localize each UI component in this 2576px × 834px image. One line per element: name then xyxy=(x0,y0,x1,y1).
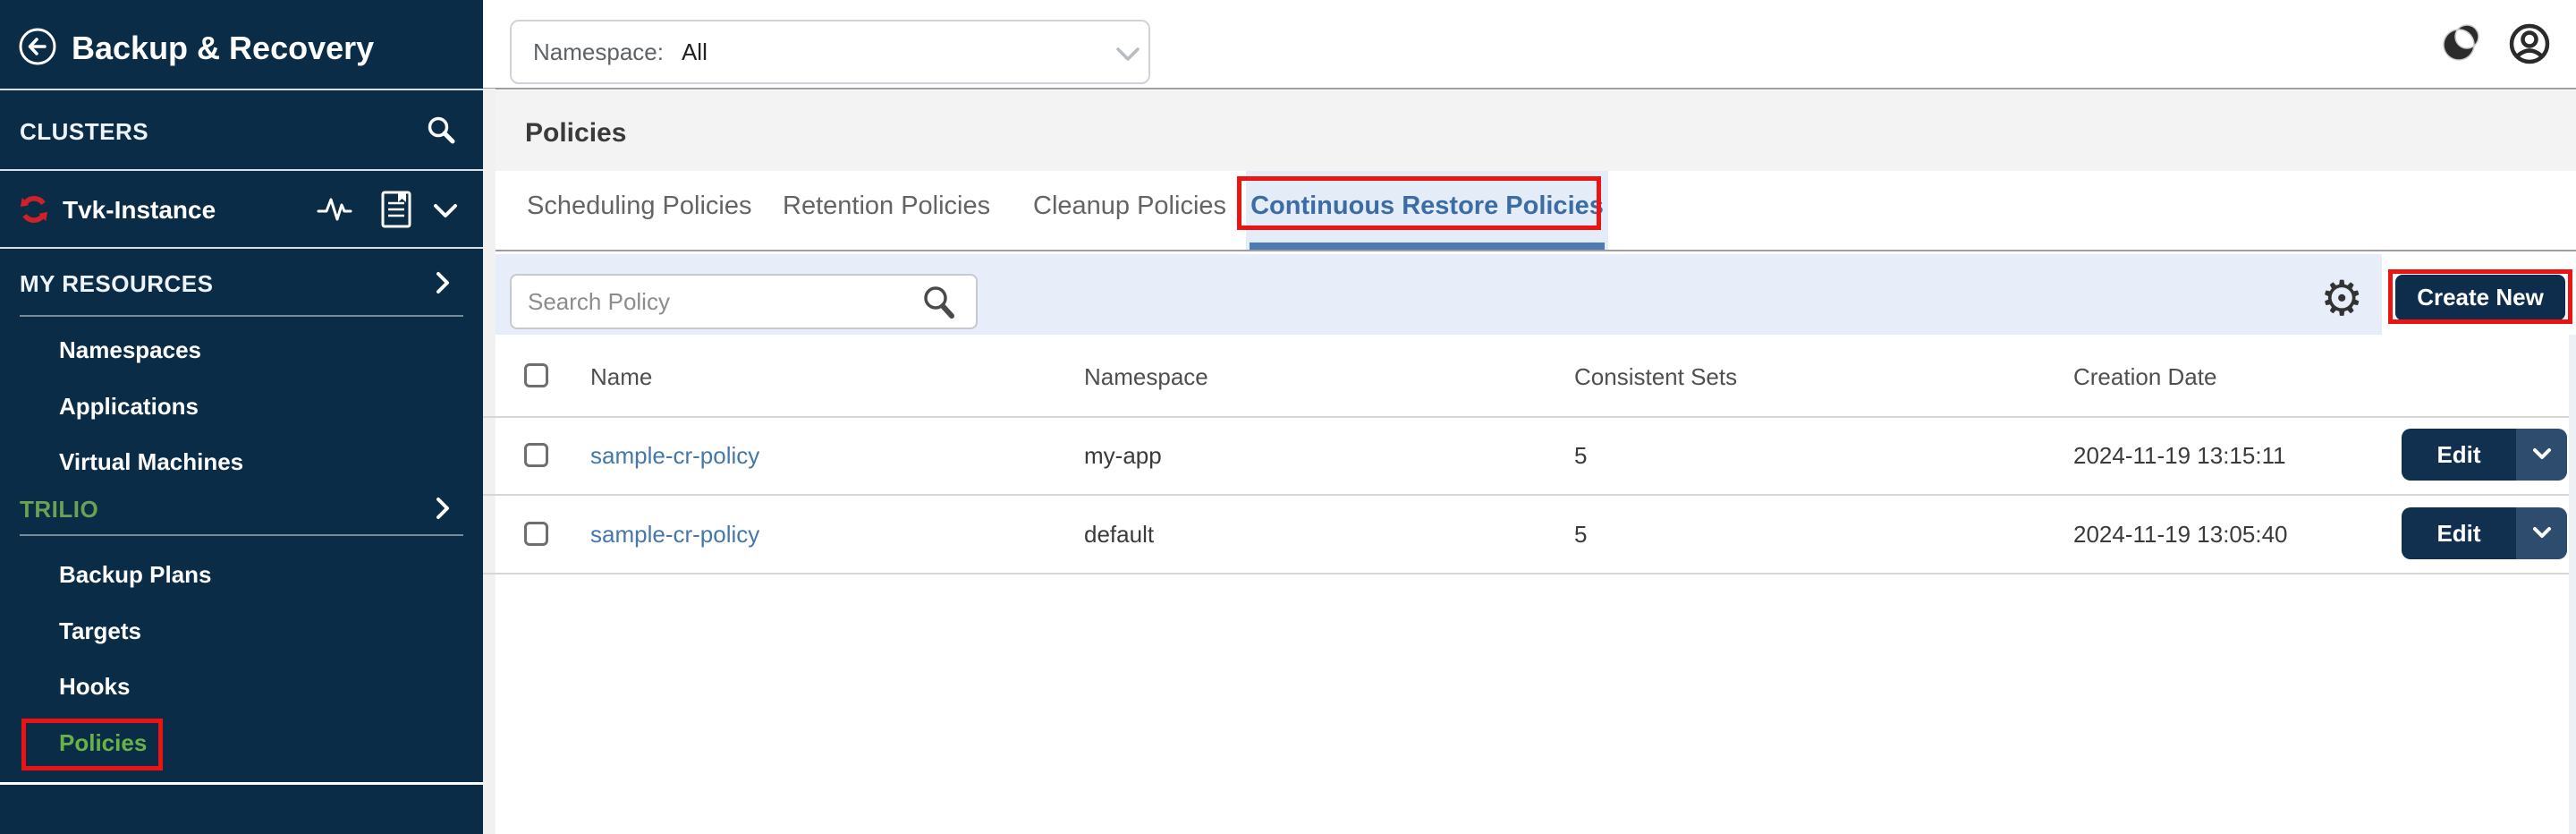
sidebar-item-hooks[interactable]: Hooks xyxy=(59,673,130,701)
row-divider xyxy=(483,494,2569,496)
row-checkbox[interactable] xyxy=(524,522,548,546)
sidebar-section-trilio[interactable]: TRILIO xyxy=(20,496,98,523)
column-header-consistent-sets: Consistent Sets xyxy=(1574,363,1737,391)
tab-cleanup-policies[interactable]: Cleanup Policies xyxy=(1033,191,1226,221)
column-header-namespace: Namespace xyxy=(1084,363,1208,391)
divider xyxy=(483,88,2576,89)
search-icon[interactable] xyxy=(426,115,456,149)
policy-creation-date: 2024-11-19 13:05:40 xyxy=(2073,521,2288,549)
edit-button-label[interactable]: Edit xyxy=(2402,507,2516,559)
edit-dropdown-toggle[interactable] xyxy=(2516,507,2567,559)
edit-dropdown-toggle[interactable] xyxy=(2516,429,2567,481)
row-divider xyxy=(483,416,2569,418)
divider xyxy=(0,169,483,171)
policy-creation-date: 2024-11-19 13:15:11 xyxy=(2073,442,2286,470)
backup-recovery-app: Backup & Recovery CLUSTERS Tvk-Instance xyxy=(0,0,2576,834)
settings-gear-icon[interactable]: ⚙ xyxy=(2320,272,2363,326)
search-policy-input[interactable] xyxy=(510,274,978,329)
policy-consistent-sets: 5 xyxy=(1574,442,1587,470)
sidebar-item-virtual-machines[interactable]: Virtual Machines xyxy=(59,448,243,476)
sidebar-item-backup-plans[interactable]: Backup Plans xyxy=(59,561,212,589)
row-checkbox[interactable] xyxy=(524,443,548,467)
divider xyxy=(0,782,483,785)
edit-button[interactable]: Edit xyxy=(2402,507,2567,559)
column-header-name: Name xyxy=(590,363,652,391)
dark-mode-moon-icon[interactable] xyxy=(2439,23,2480,71)
content-left-gutter xyxy=(483,89,496,834)
policy-namespace: my-app xyxy=(1084,442,1162,470)
divider xyxy=(20,315,463,317)
edit-button-label[interactable]: Edit xyxy=(2402,429,2516,481)
trilio-logo-icon xyxy=(19,193,49,230)
divider xyxy=(20,534,463,536)
divider xyxy=(0,247,483,249)
policy-namespace: default xyxy=(1084,521,1154,549)
edit-button[interactable]: Edit xyxy=(2402,429,2567,481)
select-all-checkbox[interactable] xyxy=(524,363,548,387)
sidebar-item-policies[interactable]: Policies xyxy=(59,729,147,757)
sidebar: Backup & Recovery CLUSTERS Tvk-Instance xyxy=(0,0,483,834)
namespace-label: Namespace: xyxy=(533,38,664,66)
sidebar-item-namespaces[interactable]: Namespaces xyxy=(59,336,201,364)
tab-scheduling-policies[interactable]: Scheduling Policies xyxy=(527,191,751,221)
sidebar-item-applications[interactable]: Applications xyxy=(59,393,199,421)
chevron-down-icon xyxy=(1114,47,1141,67)
tabs-divider xyxy=(496,250,2576,251)
chevron-right-icon[interactable] xyxy=(435,271,451,299)
namespace-value: All xyxy=(682,38,708,66)
divider xyxy=(0,89,483,90)
policy-consistent-sets: 5 xyxy=(1574,521,1587,549)
clusters-label: CLUSTERS xyxy=(20,118,148,146)
activity-icon[interactable] xyxy=(317,195,352,228)
back-icon[interactable] xyxy=(18,27,57,71)
chevron-right-icon[interactable] xyxy=(435,497,451,524)
docs-book-icon[interactable] xyxy=(381,191,411,233)
row-divider xyxy=(483,573,2569,574)
create-new-button[interactable]: Create New xyxy=(2395,275,2565,320)
chevron-down-icon[interactable] xyxy=(433,203,458,224)
tab-continuous-restore-policies[interactable]: Continuous Restore Policies xyxy=(1246,191,1608,221)
policy-name-link[interactable]: sample-cr-policy xyxy=(590,442,759,470)
sidebar-item-targets[interactable]: Targets xyxy=(59,617,141,645)
active-tab-underline xyxy=(1250,243,1605,250)
scrollbar-track[interactable] xyxy=(2569,335,2576,834)
namespace-dropdown[interactable]: Namespace: All xyxy=(510,20,1150,84)
page-title-band xyxy=(496,90,2576,171)
sidebar-section-my-resources[interactable]: MY RESOURCES xyxy=(20,270,213,298)
column-header-creation-date: Creation Date xyxy=(2073,363,2216,391)
policy-name-link[interactable]: sample-cr-policy xyxy=(590,521,759,549)
account-icon[interactable] xyxy=(2508,22,2551,70)
app-title: Backup & Recovery xyxy=(72,30,374,67)
search-icon[interactable] xyxy=(921,285,957,325)
page-title: Policies xyxy=(525,118,626,149)
instance-name[interactable]: Tvk-Instance xyxy=(63,196,216,225)
tab-retention-policies[interactable]: Retention Policies xyxy=(783,191,990,221)
